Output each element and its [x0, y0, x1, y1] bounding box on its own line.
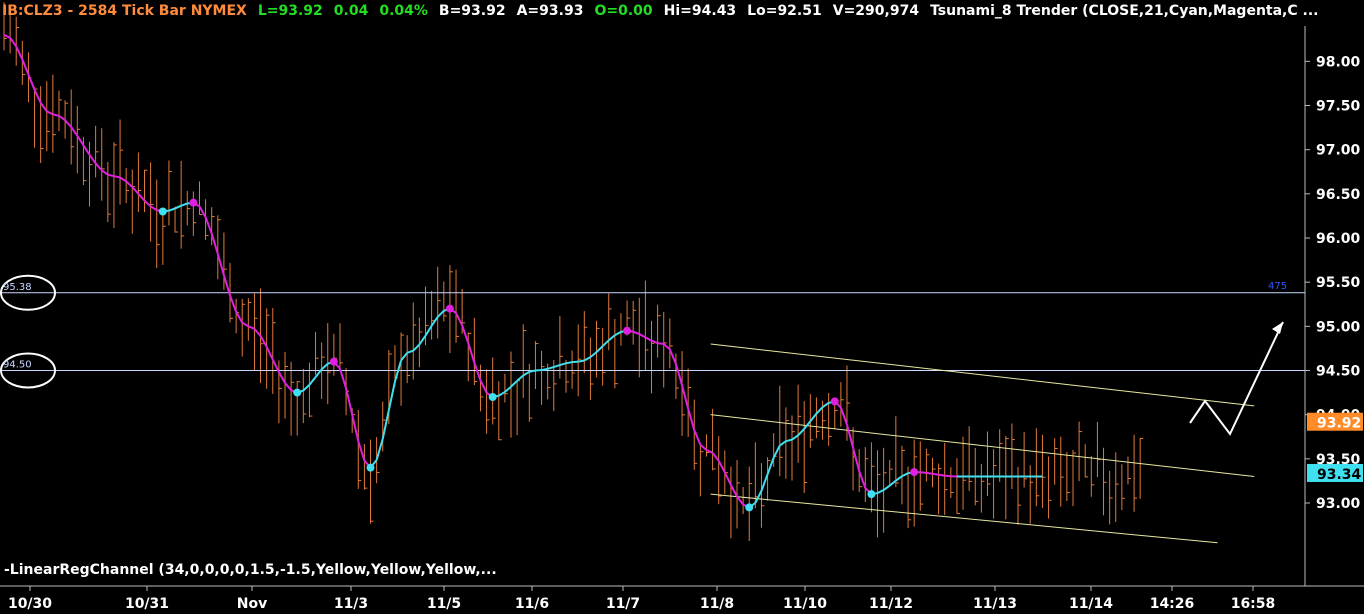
trender-pivot [293, 388, 302, 397]
x-tick-label: 11/3 [334, 596, 368, 612]
high-price: Hi=94.43 [663, 3, 737, 19]
trender-segment [113, 175, 121, 179]
y-tick-label: 93.00 [1316, 496, 1361, 512]
price-tag-label: 93.34 [1317, 467, 1362, 483]
trender-segment [529, 369, 536, 373]
trender-pivot [189, 198, 198, 207]
x-tick-label: 11/14 [1069, 596, 1113, 612]
x-tick-label: 11/6 [515, 596, 549, 612]
trender-segment [932, 472, 939, 476]
x-tick-label: 11/10 [783, 596, 827, 612]
x-tick-label: 10/30 [8, 596, 52, 612]
indicator-label: -LinearRegChannel (34,0,0,0,0,1.5,-1.5,Y… [4, 562, 497, 578]
y-tick-label: 96.50 [1316, 187, 1361, 203]
price-chart[interactable]: 95.38 475 94.50 98.00 97.50 97.00 96.50 96.00 9… [0, 0, 1364, 614]
x-tick-label: Nov [237, 596, 267, 612]
trender-segment [926, 471, 933, 475]
bid-price: B=93.92 [438, 3, 506, 19]
open-price: O=0.00 [594, 3, 653, 19]
trender-pivot [158, 207, 167, 216]
y-tick-label: 96.00 [1316, 231, 1361, 247]
trender-pivot [867, 490, 876, 499]
x-tick-label: 14:26 [1150, 596, 1195, 612]
trender-pivot [366, 463, 375, 472]
x-tick-label: 11/13 [973, 596, 1017, 612]
trender-pivot [745, 503, 754, 512]
x-tick-label: 11/5 [427, 596, 461, 612]
trender-segment [944, 474, 951, 478]
x-tick-label: 11/8 [700, 596, 734, 612]
price-tag-label: 93.92 [1317, 416, 1361, 432]
trender-segment [565, 361, 573, 365]
trender-pivot [329, 357, 338, 366]
net-change: 0.04 [333, 3, 369, 19]
chart-background [0, 0, 1364, 614]
x-tick-label: 11/7 [606, 596, 640, 612]
trender-segment [938, 473, 945, 477]
y-tick-label: 98.00 [1316, 54, 1361, 70]
trender-pivot [830, 397, 839, 406]
x-tick-label: 11/12 [869, 596, 913, 612]
trender-segment [657, 342, 664, 345]
volume: V=290,974 [832, 3, 920, 19]
trender-pivot [488, 393, 497, 401]
trender-pivot [910, 468, 919, 477]
ask-price: A=93.93 [516, 3, 584, 19]
y-tick-label: 97.00 [1316, 143, 1361, 159]
level-label: 94.50 [3, 360, 32, 371]
trender-pivot [623, 326, 632, 335]
trender-segment [578, 359, 585, 363]
study-label: Tsunami_8 Trender (CLOSE,21,Cyan,Magenta… [930, 3, 1319, 19]
level-label: 95.38 [3, 282, 32, 293]
x-tick-label: 10/31 [125, 596, 169, 612]
y-tick-label: 94.50 [1316, 364, 1361, 380]
trender-pivot [445, 304, 454, 313]
y-tick-label: 95.00 [1316, 319, 1361, 335]
symbol-label: IB:CLZ3 - 2584 Tick Bar NYMEX [2, 3, 247, 19]
x-tick-label: 16:58 [1231, 596, 1276, 612]
y-tick-label: 95.50 [1316, 275, 1361, 291]
chart-header: IB:CLZ3 - 2584 Tick Bar NYMEX L=93.92 0.04… [2, 3, 1329, 19]
last-price: L=93.92 [257, 3, 323, 19]
trender-segment [920, 471, 927, 474]
pct-change: 0.04% [379, 3, 428, 19]
trender-segment [541, 367, 548, 372]
y-tick-label: 97.50 [1316, 99, 1361, 115]
low-price: Lo=92.51 [747, 3, 822, 19]
level-right-label: 475 [1268, 281, 1287, 292]
